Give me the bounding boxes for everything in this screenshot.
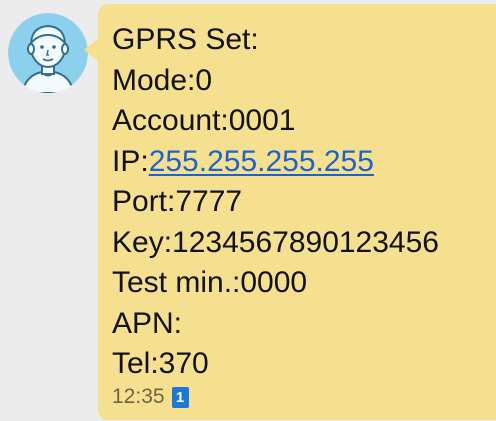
message-screen: GPRS Set: Mode:0 Account:0001 IP:255.255… xyxy=(0,0,496,421)
message-line-test-min: Test min.:0000 xyxy=(112,266,308,299)
ip-label: IP: xyxy=(112,144,149,178)
sender-avatar-icon[interactable] xyxy=(8,13,88,93)
message-line-ip: IP:255.255.255.255 xyxy=(112,142,439,183)
message-line-gprs-set: GPRS Set: xyxy=(112,23,259,56)
message-body[interactable]: GPRS Set: Mode:0 Account:0001 IP:255.255… xyxy=(112,20,439,385)
message-line-apn: APN: xyxy=(112,306,183,340)
message-line-key: Key:1234567890123456 xyxy=(112,225,439,259)
message-line-mode: Mode:0 xyxy=(112,63,213,97)
message-line-tel: Tel:370 xyxy=(112,347,209,380)
avatar-face-icon xyxy=(8,13,88,93)
message-meta: 12:35 1 xyxy=(112,384,189,410)
sim-1-badge-icon: 1 xyxy=(171,386,189,408)
message-line-port: Port:7777 xyxy=(112,185,243,218)
ip-address-link[interactable]: 255.255.255.255 xyxy=(149,145,374,178)
message-timestamp: 12:35 xyxy=(112,385,165,408)
message-line-account: Account:0001 xyxy=(112,104,296,137)
